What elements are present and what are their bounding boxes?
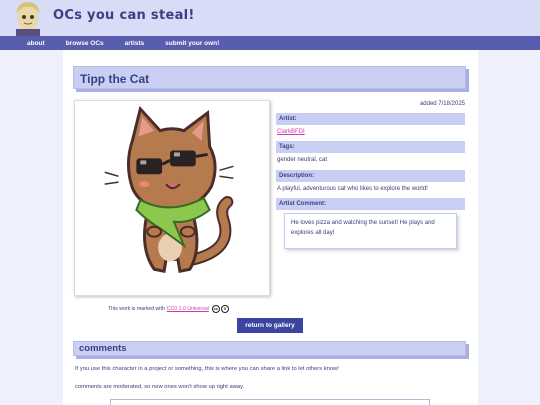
tags-value: gender neutral, cat bbox=[277, 157, 328, 163]
license-prefix: This work is marked with bbox=[108, 306, 165, 312]
mascot-avatar bbox=[16, 2, 40, 36]
cc-zero-icon: 0 bbox=[220, 305, 229, 313]
added-date: added 7/18/2025 bbox=[419, 101, 465, 107]
license-link[interactable]: CC0 1.0 Universal bbox=[167, 306, 209, 312]
site-title[interactable]: OCs you can steal! bbox=[53, 8, 195, 23]
license-notice: This work is marked with CC0 1.0 Univers… bbox=[108, 305, 229, 313]
nav-about[interactable]: about bbox=[27, 40, 45, 47]
nav-artists[interactable]: artists bbox=[125, 40, 145, 47]
artist-value: ClarkBFDI bbox=[277, 129, 305, 135]
site-header: OCs you can steal! bbox=[0, 0, 540, 36]
nav-submit[interactable]: submit your own! bbox=[165, 40, 219, 47]
character-artwork bbox=[74, 100, 270, 296]
description-value: A playful, adventurous cat who likes to … bbox=[277, 186, 428, 192]
comments-intro: If you use this character in a project o… bbox=[75, 366, 339, 372]
tags-label: Tags: bbox=[276, 141, 465, 153]
comment-form[interactable] bbox=[110, 399, 430, 405]
description-label: Description: bbox=[276, 170, 465, 182]
comments-note: comments are moderated, so new ones won'… bbox=[75, 384, 245, 390]
artist-link[interactable]: ClarkBFDI bbox=[277, 129, 305, 135]
artist-comment-card: He loves pizza and watching the sunset! … bbox=[284, 213, 457, 249]
cat-illustration bbox=[104, 105, 234, 274]
artist-comment-label: Artist Comment: bbox=[276, 198, 465, 210]
character-title: Tipp the Cat bbox=[73, 66, 466, 89]
main-nav: about browse OCs artists submit your own… bbox=[0, 36, 540, 50]
return-to-gallery-button[interactable]: return to gallery bbox=[237, 318, 303, 333]
nav-browse-ocs[interactable]: browse OCs bbox=[66, 40, 104, 47]
artist-label: Artist: bbox=[276, 113, 465, 125]
comments-heading: comments bbox=[73, 341, 466, 356]
cc-icon: cc bbox=[211, 305, 220, 313]
